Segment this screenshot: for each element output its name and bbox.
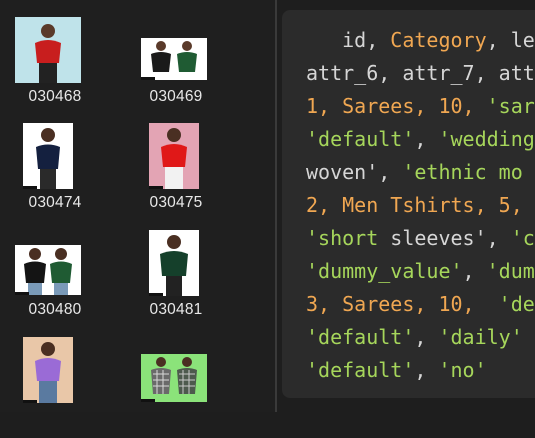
file-item-030468[interactable]: 030468	[0, 14, 110, 118]
code-line: woven', 'ethnic mo	[306, 156, 535, 189]
code-line: 3, Sarees, 10, 'de	[306, 288, 535, 321]
code-token: attr_6, attr_7, att	[306, 61, 535, 85]
code-token: Category	[390, 28, 487, 52]
code-line: 2, Men Tshirts, 5,	[306, 189, 535, 222]
code-line: 1, Sarees, 10, 'sar	[306, 90, 535, 123]
plaid-shirts-icon	[141, 354, 207, 402]
file-name-label: 030469	[149, 88, 203, 105]
code-line: 'short sleeves', 'c	[306, 222, 535, 255]
code-token: 'default'	[306, 127, 415, 151]
code-token: ,	[462, 259, 487, 283]
code-line: 'default', 'no'	[306, 354, 535, 387]
code-token: 'ethnic mo	[402, 160, 523, 184]
purple-top-model-icon	[23, 337, 73, 403]
file-item-030475[interactable]: 030475	[121, 120, 231, 224]
code-token: ,	[414, 325, 439, 349]
file-name-label: 030480	[28, 301, 82, 318]
red-top-pink-bg-icon	[149, 123, 199, 189]
file-name-label: 030481	[149, 301, 203, 318]
code-token: , le	[486, 28, 535, 52]
code-token: 'default'	[306, 325, 415, 349]
file-item-7[interactable]	[0, 334, 110, 438]
file-item-030474[interactable]: 030474	[0, 120, 110, 224]
code-token: 'daily'	[438, 325, 523, 349]
code-token: 'dum	[486, 259, 535, 283]
file-item-030469[interactable]: 030469	[121, 14, 231, 118]
black-green-tops-icon	[141, 38, 207, 80]
dark-green-top-icon	[149, 230, 199, 296]
file-item-8[interactable]	[121, 334, 231, 438]
code-token: woven',	[306, 160, 403, 184]
code-token: sleeves',	[390, 226, 511, 250]
code-token: 3, Sarees, 10,	[306, 292, 499, 316]
file-name-label: 030468	[28, 88, 82, 105]
black-green-pair-icon	[15, 245, 81, 295]
code-token: 'no'	[438, 358, 487, 382]
code-token: ,	[414, 358, 439, 382]
code-line: 'default', 'wedding	[306, 123, 535, 156]
code-token: 'de	[498, 292, 535, 316]
code-token: 'default'	[306, 358, 415, 382]
file-item-030480[interactable]: 030480	[0, 227, 110, 331]
code-token: ,	[414, 127, 439, 151]
code-token: 2, Men Tshirts, 5,	[306, 193, 535, 217]
code-line: attr_6, attr_7, att	[306, 57, 535, 90]
code-token: id,	[306, 28, 391, 52]
red-top-model-icon	[15, 17, 81, 83]
code-token: 'wedding	[438, 127, 535, 151]
code-cell-content[interactable]: id, Category, le attr_6, attr_7, att 1, Sa…	[306, 24, 535, 387]
file-name-label: 030475	[149, 194, 203, 211]
navy-top-model-icon	[23, 123, 73, 189]
code-line: 'default', 'daily'	[306, 321, 535, 354]
file-name-label: 030474	[28, 194, 82, 211]
code-line: id, Category, le	[306, 24, 535, 57]
code-token: 'dummy_value'	[306, 259, 463, 283]
code-line: 'dummy_value', 'dum	[306, 255, 535, 288]
code-token: 1, Sarees, 10,	[306, 94, 487, 118]
file-item-030481[interactable]: 030481	[121, 227, 231, 331]
code-token: 'c	[510, 226, 535, 250]
code-token: 'short	[306, 226, 391, 250]
code-token: 'sar	[486, 94, 535, 118]
